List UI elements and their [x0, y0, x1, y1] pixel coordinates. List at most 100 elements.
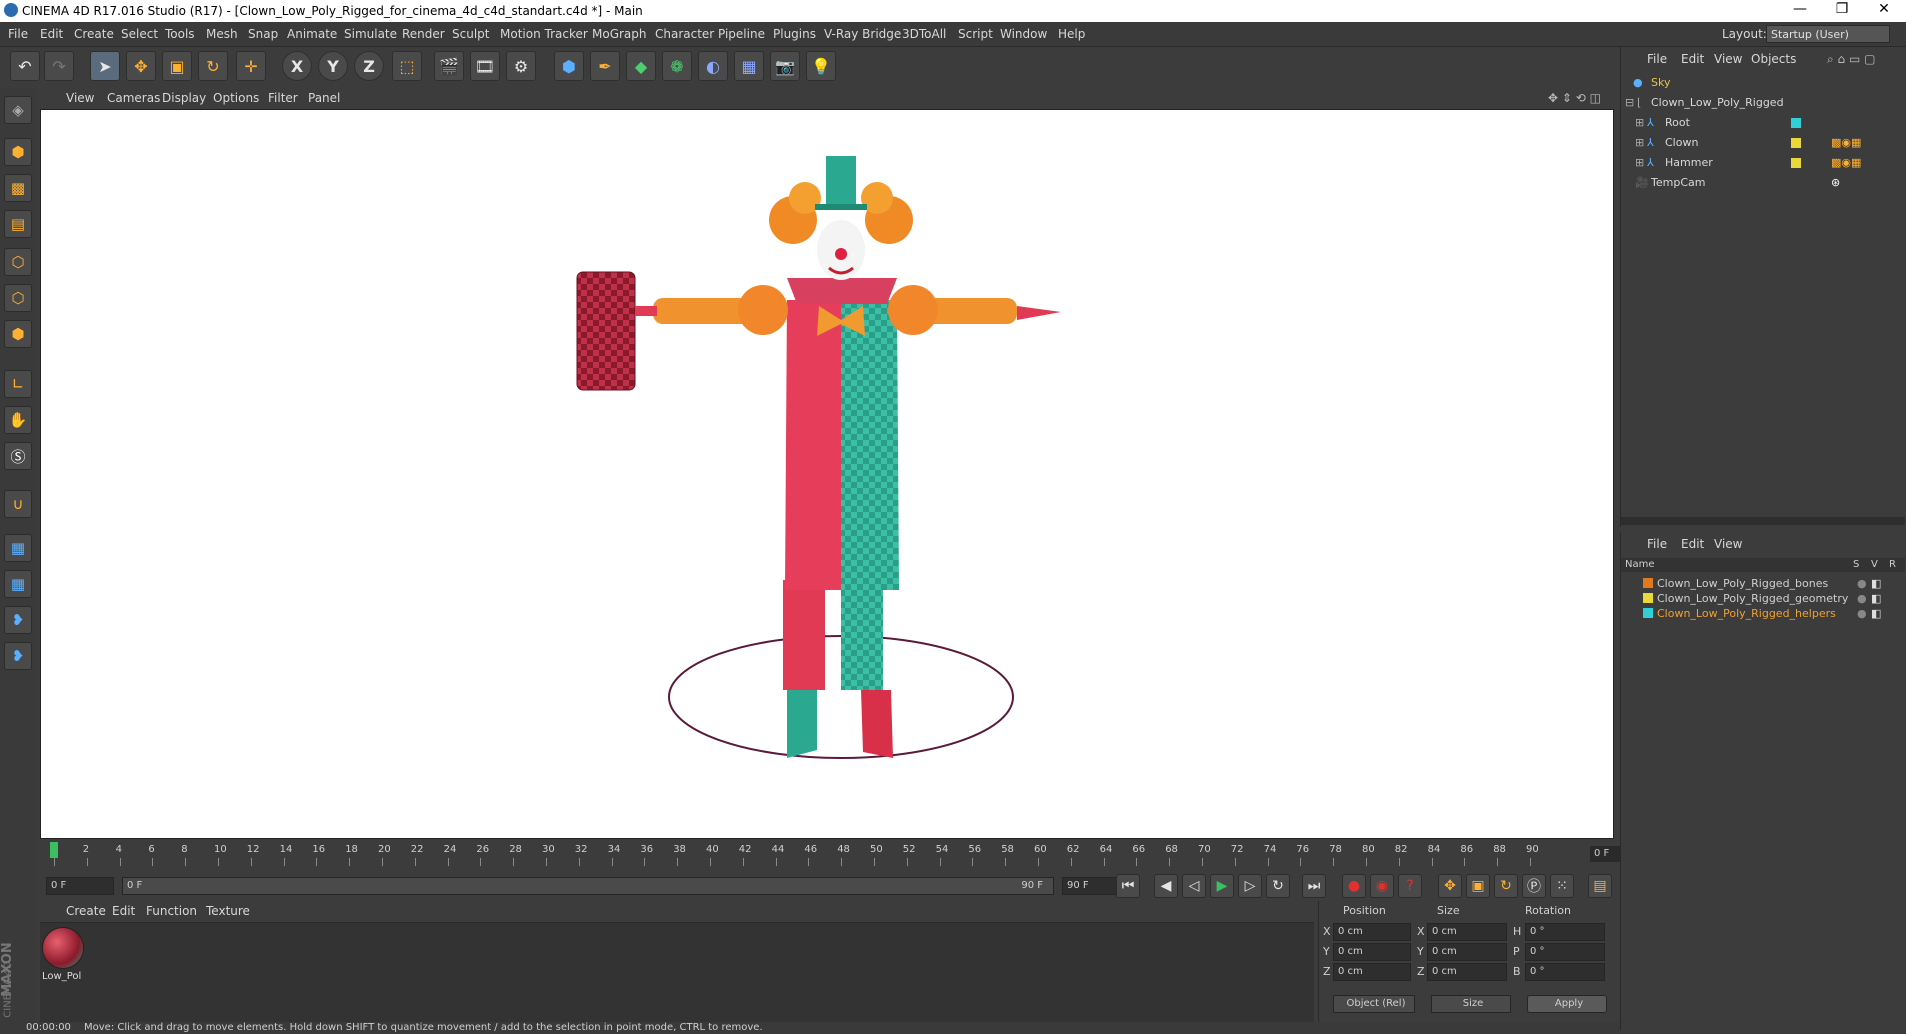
object-row-clown[interactable]: ⊞ ⅄ Clown ▩◉▦ [1621, 133, 1905, 153]
om-horizontal-scrollbar[interactable] [1621, 517, 1905, 525]
edit-render-settings-icon[interactable]: ⚙ [506, 51, 536, 81]
menu-script[interactable]: Script [958, 27, 993, 41]
render-view-icon[interactable]: 🎬 [434, 51, 464, 81]
tags-icon[interactable]: ▩◉▦ [1831, 133, 1861, 153]
x-axis-icon[interactable]: X [282, 51, 312, 81]
prev-frame-icon[interactable]: ◁ [1182, 874, 1206, 898]
view-toggle-icon[interactable]: ◧ [1871, 606, 1881, 621]
key-scale-icon[interactable]: ▣ [1466, 874, 1490, 898]
next-frame-icon[interactable]: ▷ [1238, 874, 1262, 898]
mograph-cloner-icon[interactable]: ❁ [662, 51, 692, 81]
snapping-icon[interactable]: Ⓢ [4, 442, 32, 470]
menu-render[interactable]: Render [402, 27, 445, 41]
menu-file[interactable]: File [8, 27, 28, 41]
expand-icon[interactable]: ⊟ [1625, 93, 1634, 113]
apply-button[interactable]: Apply [1527, 995, 1607, 1013]
move-icon[interactable]: ✥ [126, 51, 156, 81]
view-toggle-icon[interactable]: ◧ [1871, 591, 1881, 606]
size-mode-select[interactable]: Size [1431, 995, 1511, 1013]
key-param-icon[interactable]: Ⓟ [1522, 874, 1546, 898]
menu-plugins[interactable]: Plugins [773, 27, 816, 41]
timeline-window-icon[interactable]: ▤ [1588, 874, 1612, 898]
menu-mesh[interactable]: Mesh [206, 27, 238, 41]
viewport-menu-options[interactable]: Options [213, 91, 259, 105]
menu-pipeline[interactable]: Pipeline [718, 27, 765, 41]
play-icon[interactable]: ▶ [1210, 874, 1234, 898]
rot-b-field[interactable]: 0 ° [1525, 963, 1605, 981]
menu-create[interactable]: Create [74, 27, 114, 41]
expand-icon[interactable]: ⊞ [1635, 153, 1644, 173]
viewport-menu-view[interactable]: View [66, 91, 94, 105]
menu-vray-bridge[interactable]: V-Ray Bridge [824, 27, 901, 41]
menu-character[interactable]: Character [655, 27, 714, 41]
menu-help[interactable]: Help [1058, 27, 1085, 41]
3d-viewport[interactable] [40, 109, 1614, 839]
key-position-icon[interactable]: ✥ [1438, 874, 1462, 898]
material-item[interactable]: Low_Pol [42, 927, 84, 983]
layer-color-swatch[interactable] [1791, 118, 1801, 128]
expand-icon[interactable]: ⊞ [1635, 113, 1644, 133]
redo-icon[interactable]: ↷ [44, 51, 74, 81]
axis-mode-icon[interactable]: ∟ [4, 370, 32, 398]
material-menu-function[interactable]: Function [146, 904, 197, 918]
om-toolbar-icons[interactable]: ⌕ ⌂ ▭ ▢ [1827, 52, 1875, 67]
z-axis-icon[interactable]: Z [354, 51, 384, 81]
object-row-sky[interactable]: ● Sky [1621, 73, 1905, 93]
om-menu-edit[interactable]: Edit [1681, 52, 1704, 66]
menu-sculpt[interactable]: Sculpt [452, 27, 489, 41]
layer-color-swatch[interactable] [1791, 138, 1801, 148]
viewport-menu-panel[interactable]: Panel [308, 91, 340, 105]
deformer-icon[interactable]: ◐ [698, 51, 728, 81]
start-frame-field[interactable]: 0 F [46, 877, 114, 895]
target-tag-icon[interactable]: ⊛ [1831, 173, 1840, 193]
material-menu-texture[interactable]: Texture [206, 904, 250, 918]
om-menu-file[interactable]: File [1647, 52, 1667, 66]
tweak-mode-icon[interactable]: ✋ [4, 406, 32, 434]
rot-h-field[interactable]: 0 ° [1525, 923, 1605, 941]
tags-icon[interactable]: ▩◉▦ [1831, 153, 1861, 173]
transform-icon[interactable]: ✛ [236, 51, 266, 81]
menu-3dtoall[interactable]: 3DToAll [902, 27, 946, 41]
edges-mode-icon[interactable]: ⬡ [4, 284, 32, 312]
scale-icon[interactable]: ▣ [162, 51, 192, 81]
object-row-hammer[interactable]: ⊞ ⅄ Hammer ▩◉▦ [1621, 153, 1905, 173]
om-menu-view[interactable]: View [1714, 52, 1742, 66]
menu-simulate[interactable]: Simulate [344, 27, 397, 41]
layer-row-helpers[interactable]: Clown_Low_Poly_Rigged_helpers ● ◧ [1621, 606, 1905, 621]
timeline-ruler[interactable]: 0246810121416182022242628303234363840424… [40, 840, 1652, 870]
layer-row-bones[interactable]: Clown_Low_Poly_Rigged_bones ● ◧ [1621, 576, 1905, 591]
minimize-button[interactable]: — [1780, 1, 1820, 17]
record-keys-icon[interactable]: ● [1342, 874, 1366, 898]
size-y-field[interactable]: 0 cm [1427, 943, 1507, 961]
grid-rotate-icon[interactable]: ▦ [4, 570, 32, 598]
view-toggle-icon[interactable]: ◧ [1871, 576, 1881, 591]
menu-mograph[interactable]: MoGraph [592, 27, 647, 41]
om-menu-objects[interactable]: Objects [1751, 52, 1796, 66]
nurbs-icon[interactable]: ◆ [626, 51, 656, 81]
size-z-field[interactable]: 0 cm [1427, 963, 1507, 981]
loop-icon[interactable]: ↻ [1266, 874, 1290, 898]
layer-color-swatch[interactable] [1643, 608, 1653, 618]
y-axis-icon[interactable]: Y [318, 51, 348, 81]
pos-x-field[interactable]: 0 cm [1333, 923, 1411, 941]
menu-motion-tracker[interactable]: Motion Tracker [500, 27, 588, 41]
rot-p-field[interactable]: 0 ° [1525, 943, 1605, 961]
pos-z-field[interactable]: 0 cm [1333, 963, 1411, 981]
rotate-icon[interactable]: ↻ [198, 51, 228, 81]
menu-select[interactable]: Select [121, 27, 158, 41]
size-x-field[interactable]: 0 cm [1427, 923, 1507, 941]
layer-color-swatch[interactable] [1643, 593, 1653, 603]
world-coords-icon[interactable]: ⬚ [392, 51, 422, 81]
menu-window[interactable]: Window [1000, 27, 1047, 41]
playhead-marker[interactable] [50, 842, 58, 858]
python-2-icon[interactable]: ❥ [4, 642, 32, 670]
pos-y-field[interactable]: 0 cm [1333, 943, 1411, 961]
close-button[interactable]: ✕ [1864, 1, 1904, 17]
select-arrow-icon[interactable]: ➤ [90, 51, 120, 81]
cube-primitive-icon[interactable]: ⬢ [554, 51, 584, 81]
lm-menu-view[interactable]: View [1714, 537, 1742, 551]
render-picture-viewer-icon[interactable]: 🎞 [470, 51, 500, 81]
viewport-menu-cameras[interactable]: Cameras [107, 91, 160, 105]
solo-toggle[interactable]: ● [1857, 591, 1867, 606]
preview-range-slider[interactable]: 0 F 90 F [122, 877, 1054, 895]
